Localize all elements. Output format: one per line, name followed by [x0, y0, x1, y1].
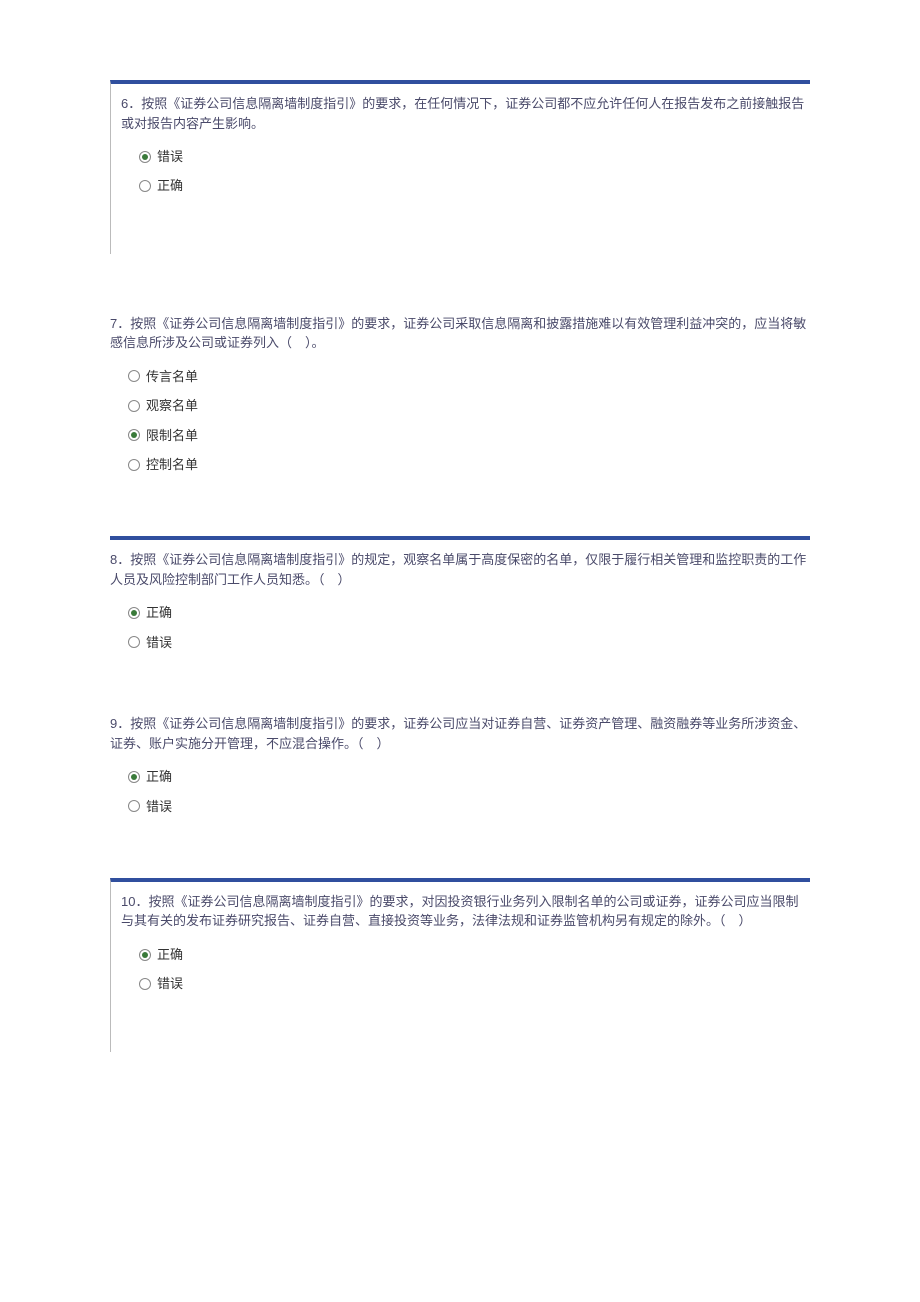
radio-icon[interactable] — [128, 370, 140, 382]
option-label: 传言名单 — [146, 365, 198, 388]
option-row[interactable]: 错误 — [128, 795, 810, 818]
radio-icon[interactable] — [128, 800, 140, 812]
question-text: 10．按照《证券公司信息隔离墙制度指引》的要求，对因投资银行业务列入限制名单的公… — [121, 892, 810, 931]
option-label: 错误 — [146, 631, 172, 654]
option-label: 观察名单 — [146, 394, 198, 417]
option-label: 正确 — [146, 765, 172, 788]
question-block: 8．按照《证券公司信息隔离墙制度指引》的规定，观察名单属于高度保密的名单，仅限于… — [110, 536, 810, 654]
radio-icon[interactable] — [128, 636, 140, 648]
options-group: 正确错误 — [121, 943, 810, 996]
option-row[interactable]: 正确 — [139, 943, 810, 966]
options-group: 传言名单观察名单限制名单控制名单 — [110, 365, 810, 477]
question-block: 9．按照《证券公司信息隔离墙制度指引》的要求，证券公司应当对证券自营、证券资产管… — [110, 714, 810, 818]
options-group: 正确错误 — [110, 601, 810, 654]
options-group: 正确错误 — [110, 765, 810, 818]
option-row[interactable]: 正确 — [128, 765, 810, 788]
radio-icon[interactable] — [139, 978, 151, 990]
option-label: 错误 — [146, 795, 172, 818]
question-block: 10．按照《证券公司信息隔离墙制度指引》的要求，对因投资银行业务列入限制名单的公… — [110, 878, 810, 1052]
radio-icon[interactable] — [128, 607, 140, 619]
question-text: 7．按照《证券公司信息隔离墙制度指引》的要求，证券公司采取信息隔离和披露措施难以… — [110, 314, 810, 353]
radio-icon[interactable] — [128, 400, 140, 412]
radio-icon[interactable] — [139, 949, 151, 961]
option-row[interactable]: 传言名单 — [128, 365, 810, 388]
options-group: 错误正确 — [121, 145, 810, 198]
radio-icon[interactable] — [128, 771, 140, 783]
question-block: 6．按照《证券公司信息隔离墙制度指引》的要求，在任何情况下，证券公司都不应允许任… — [110, 80, 810, 254]
option-label: 正确 — [146, 601, 172, 624]
option-row[interactable]: 错误 — [139, 972, 810, 995]
question-text: 6．按照《证券公司信息隔离墙制度指引》的要求，在任何情况下，证券公司都不应允许任… — [121, 94, 810, 133]
option-row[interactable]: 错误 — [128, 631, 810, 654]
radio-icon[interactable] — [128, 429, 140, 441]
option-label: 错误 — [157, 145, 183, 168]
option-label: 限制名单 — [146, 424, 198, 447]
radio-icon[interactable] — [128, 459, 140, 471]
radio-icon[interactable] — [139, 151, 151, 163]
option-label: 正确 — [157, 174, 183, 197]
question-text: 9．按照《证券公司信息隔离墙制度指引》的要求，证券公司应当对证券自营、证券资产管… — [110, 714, 810, 753]
option-row[interactable]: 观察名单 — [128, 394, 810, 417]
option-row[interactable]: 正确 — [139, 174, 810, 197]
question-block: 7．按照《证券公司信息隔离墙制度指引》的要求，证券公司采取信息隔离和披露措施难以… — [110, 314, 810, 477]
option-row[interactable]: 限制名单 — [128, 424, 810, 447]
option-row[interactable]: 正确 — [128, 601, 810, 624]
option-row[interactable]: 控制名单 — [128, 453, 810, 476]
option-label: 错误 — [157, 972, 183, 995]
question-text: 8．按照《证券公司信息隔离墙制度指引》的规定，观察名单属于高度保密的名单，仅限于… — [110, 550, 810, 589]
radio-icon[interactable] — [139, 180, 151, 192]
option-label: 控制名单 — [146, 453, 198, 476]
option-row[interactable]: 错误 — [139, 145, 810, 168]
option-label: 正确 — [157, 943, 183, 966]
